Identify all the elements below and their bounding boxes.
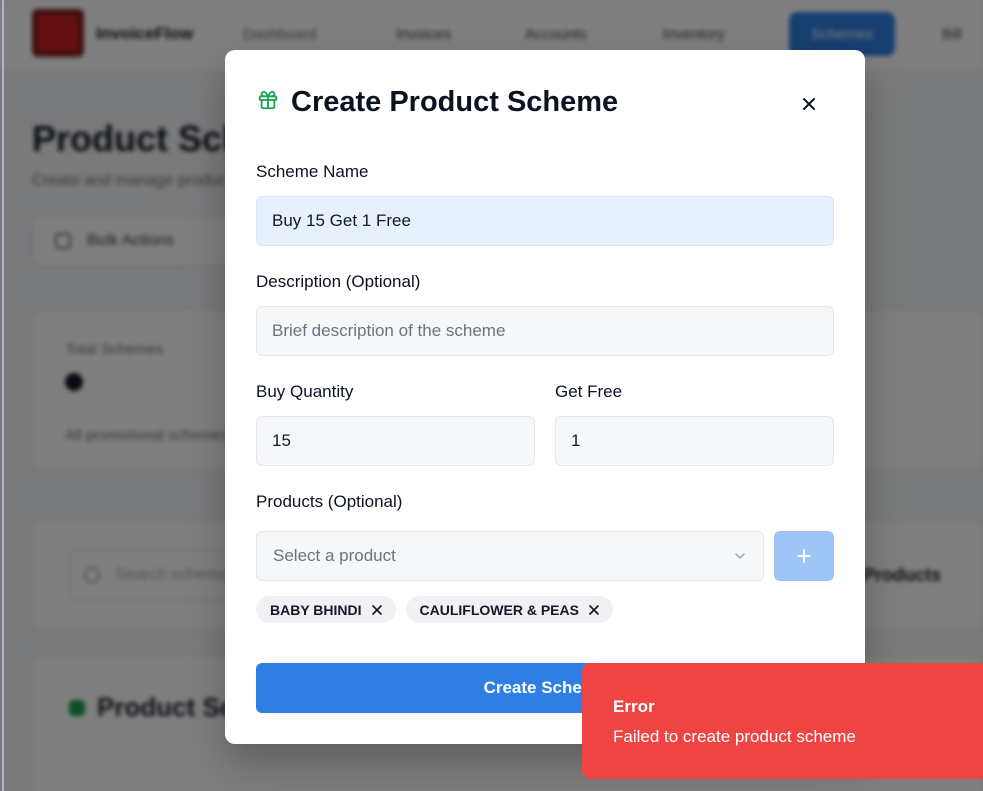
chevron-down-icon — [735, 553, 745, 560]
products-label: Products (Optional) — [256, 492, 403, 511]
close-icon — [371, 604, 382, 615]
gift-icon — [257, 89, 279, 116]
remove-product-button[interactable] — [589, 604, 599, 615]
selected-products: BABY BHINDI CAULIFLOWER & PEAS — [256, 596, 613, 623]
scheme-name-input[interactable] — [256, 196, 834, 246]
product-chip: BABY BHINDI — [256, 596, 396, 623]
get-free-input[interactable] — [555, 416, 834, 466]
remove-product-button[interactable] — [371, 604, 382, 615]
scheme-name-label: Scheme Name — [256, 162, 369, 181]
description-label: Description (Optional) — [256, 272, 421, 291]
create-scheme-dialog: Create Product Scheme Scheme Name Descri… — [225, 50, 865, 744]
close-button[interactable] — [797, 92, 821, 116]
plus-icon — [797, 549, 811, 563]
product-select[interactable]: Select a product — [256, 531, 764, 581]
product-chip-label: BABY BHINDI — [270, 601, 362, 618]
window-edge — [2, 0, 4, 791]
description-input[interactable] — [256, 306, 834, 356]
product-chip-label: CAULIFLOWER & PEAS — [419, 601, 579, 618]
close-icon — [803, 98, 815, 110]
close-icon — [589, 604, 599, 615]
product-select-placeholder: Select a product — [273, 546, 396, 565]
get-free-label: Get Free — [555, 382, 623, 401]
product-chip: CAULIFLOWER & PEAS — [405, 596, 613, 623]
toast-title: Error — [613, 697, 655, 716]
buy-quantity-input[interactable] — [256, 416, 535, 466]
add-product-button[interactable] — [774, 531, 834, 581]
dialog-title: Create Product Scheme — [291, 86, 619, 118]
toast-message: Failed to create product scheme — [613, 727, 856, 746]
error-toast[interactable]: Error Failed to create product scheme — [582, 663, 983, 779]
dialog-header: Create Product Scheme — [257, 86, 618, 119]
buy-quantity-label: Buy Quantity — [256, 382, 354, 401]
